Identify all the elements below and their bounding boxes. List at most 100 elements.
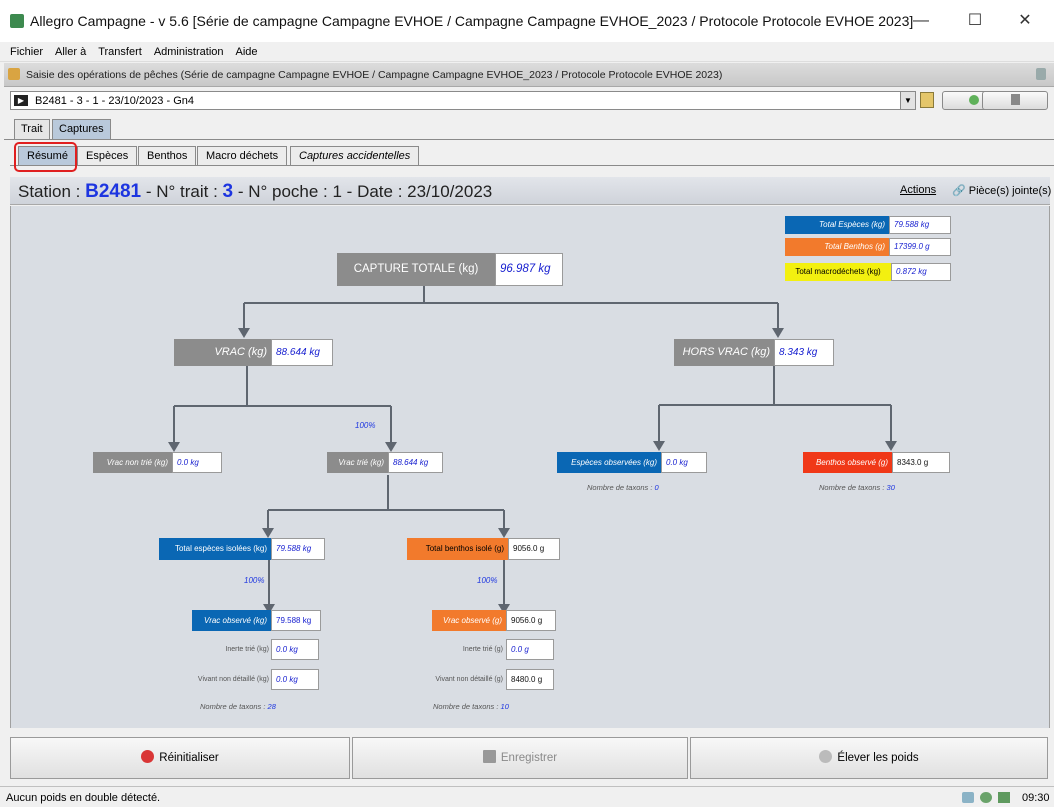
tab-captures[interactable]: Captures bbox=[52, 119, 111, 139]
frame-icon bbox=[8, 68, 20, 80]
vivant-g-input[interactable]: 8480.0 g bbox=[506, 669, 554, 690]
total-macro-value: 0.872 kg bbox=[891, 263, 951, 281]
sync-icon bbox=[980, 792, 992, 803]
title-bar: Allegro Campagne - v 5.6 [Série de campa… bbox=[0, 0, 1054, 42]
especes-isolees-taxons: Nombre de taxons : 28 bbox=[200, 702, 276, 711]
minimize-button[interactable]: — bbox=[898, 8, 944, 34]
raise-weights-label: Élever les poids bbox=[837, 752, 919, 764]
reset-button[interactable]: Réinitialiser bbox=[10, 737, 350, 779]
attachments-button[interactable]: 🔗 Pièce(s) jointe(s) bbox=[952, 184, 1051, 197]
total-benthos-isole-value: 9056.0 g bbox=[508, 538, 560, 560]
vivant-kg-input[interactable]: 0.0 kg bbox=[271, 669, 319, 690]
save-label: Enregistrer bbox=[500, 752, 558, 764]
status-bar: Aucun poids en double détecté. 09:30 bbox=[0, 786, 1054, 807]
menu-transfert[interactable]: Transfert bbox=[89, 42, 145, 58]
total-especes-isolees-label: Total espèces isolées (kg) bbox=[159, 538, 271, 560]
trait-number: 3 bbox=[222, 181, 234, 202]
benthos-observe-label: Benthos observé (g) bbox=[803, 452, 892, 473]
attachments-label: Pièce(s) jointe(s) bbox=[968, 185, 1052, 197]
especes-observees-label: Espèces observées (kg) bbox=[557, 452, 661, 473]
total-benthos-label: Total Benthos (g) bbox=[785, 238, 889, 256]
save-icon bbox=[482, 750, 496, 763]
total-macro-label: Total macrodéchets (kg) bbox=[785, 263, 891, 281]
window-title: Allegro Campagne - v 5.6 [Série de campa… bbox=[30, 13, 914, 29]
paperclip-icon: 🔗 bbox=[952, 185, 969, 197]
station-header: Station : B2481 - N° trait : 3 - N° poch… bbox=[18, 181, 492, 203]
frame-title: Saisie des opérations de pêches (Série d… bbox=[26, 69, 723, 81]
vrac-non-trie-value: 0.0 kg bbox=[172, 452, 222, 473]
add-icon bbox=[969, 95, 979, 105]
vivant-kg-label: Vivant non détaillé (kg) bbox=[197, 676, 269, 683]
hors-vrac-label: HORS VRAC (kg) bbox=[674, 339, 774, 366]
especes-percent: 100% bbox=[244, 576, 265, 585]
operation-selector-row: ▶ B2481 - 3 - 1 - 23/10/2023 - Gn4 ▼ bbox=[4, 87, 1054, 114]
total-especes-label: Total Espèces (kg) bbox=[785, 216, 889, 234]
tab-especes[interactable]: Espèces bbox=[77, 146, 138, 166]
reset-label: Réinitialiser bbox=[159, 752, 219, 764]
inerte-kg-label: Inerte trié (kg) bbox=[225, 646, 269, 653]
flag-icon bbox=[998, 792, 1010, 803]
app-icon bbox=[10, 14, 24, 28]
vrac-non-trie-label: Vrac non trié (kg) bbox=[93, 452, 172, 473]
inerte-kg-input[interactable]: 0.0 kg bbox=[271, 639, 319, 660]
capture-totale-value: 96.987 kg bbox=[495, 253, 563, 286]
tab-captures-accidentelles[interactable]: Captures accidentelles bbox=[290, 146, 420, 166]
inner-tab-divider bbox=[10, 165, 1054, 166]
benthos-isole-taxons: Nombre de taxons : 10 bbox=[433, 702, 509, 711]
raise-weights-button[interactable]: Élever les poids bbox=[690, 737, 1048, 779]
frame-menu-icon[interactable] bbox=[1036, 68, 1046, 80]
trait-label: - N° trait : bbox=[141, 182, 223, 201]
tab-divider bbox=[4, 139, 1054, 140]
chevron-down-icon[interactable]: ▼ bbox=[900, 91, 916, 110]
station-code: B2481 bbox=[85, 181, 142, 202]
total-benthos-isole-label: Total benthos isolé (g) bbox=[407, 538, 508, 560]
menu-bar: Fichier Aller à Transfert Administration Aid… bbox=[0, 42, 1054, 62]
benthos-observe-value: 8343.0 g bbox=[892, 452, 950, 473]
vrac-trie-value: 88.644 kg bbox=[388, 452, 443, 473]
reset-icon bbox=[141, 750, 155, 763]
vrac-observe-g-value: 9056.0 g bbox=[506, 610, 556, 631]
tab-benthos[interactable]: Benthos bbox=[138, 146, 197, 166]
hors-vrac-value: 8.343 kg bbox=[774, 339, 834, 366]
total-benthos-value: 17399.0 g bbox=[889, 238, 951, 256]
menu-administration[interactable]: Administration bbox=[145, 42, 227, 58]
menu-fichier[interactable]: Fichier bbox=[0, 42, 46, 58]
edit-icon[interactable] bbox=[920, 92, 934, 108]
vrac-observe-kg-label: Vrac observé (kg) bbox=[192, 610, 271, 631]
menu-aide[interactable]: Aide bbox=[227, 42, 261, 58]
total-especes-isolees-value: 79.588 kg bbox=[271, 538, 325, 560]
save-button[interactable]: Enregistrer bbox=[352, 737, 688, 779]
actions-button[interactable]: Actions bbox=[900, 184, 936, 196]
especes-observees-value: 0.0 kg bbox=[661, 452, 707, 473]
highlight-box bbox=[14, 142, 77, 172]
close-button[interactable]: ✕ bbox=[1002, 8, 1048, 34]
network-icon bbox=[962, 792, 974, 803]
station-bar: Station : B2481 - N° trait : 3 - N° poch… bbox=[10, 177, 1051, 205]
menu-aller-a[interactable]: Aller à bbox=[46, 42, 89, 58]
capture-totale-label: CAPTURE TOTALE (kg) bbox=[337, 253, 495, 286]
benthos-observe-taxons: Nombre de taxons : 30 bbox=[819, 483, 895, 492]
operation-combo-value: B2481 - 3 - 1 - 23/10/2023 - Gn4 bbox=[35, 95, 194, 107]
status-message: Aucun poids en double détecté. bbox=[6, 792, 161, 804]
especes-observees-taxons: Nombre de taxons : 0 bbox=[587, 483, 659, 492]
delete-button[interactable] bbox=[982, 91, 1048, 110]
status-time: 09:30 bbox=[1022, 792, 1050, 804]
vrac-trie-percent: 100% bbox=[355, 421, 376, 430]
tab-macro-dechets[interactable]: Macro déchets bbox=[197, 146, 288, 166]
trash-icon bbox=[1010, 94, 1020, 105]
vivant-g-label: Vivant non détaillé (g) bbox=[435, 676, 503, 683]
total-especes-value: 79.588 kg bbox=[889, 216, 951, 234]
station-details: - N° poche : 1 - Date : 23/10/2023 bbox=[233, 182, 493, 201]
operation-combo[interactable]: ▶ B2481 - 3 - 1 - 23/10/2023 - Gn4 bbox=[10, 91, 916, 110]
inerte-g-label: Inerte trié (g) bbox=[462, 646, 503, 653]
vrac-label: VRAC (kg) bbox=[174, 339, 271, 366]
trait-icon: ▶ bbox=[14, 95, 28, 106]
vrac-observe-g-label: Vrac observé (g) bbox=[432, 610, 506, 631]
maximize-button[interactable]: ☐ bbox=[952, 8, 998, 34]
benthos-percent: 100% bbox=[477, 576, 498, 585]
tab-trait[interactable]: Trait bbox=[14, 119, 50, 139]
vrac-value: 88.644 kg bbox=[271, 339, 333, 366]
inerte-g-input[interactable]: 0.0 g bbox=[506, 639, 554, 660]
gear-icon bbox=[819, 750, 833, 763]
station-label: Station : bbox=[18, 182, 86, 201]
